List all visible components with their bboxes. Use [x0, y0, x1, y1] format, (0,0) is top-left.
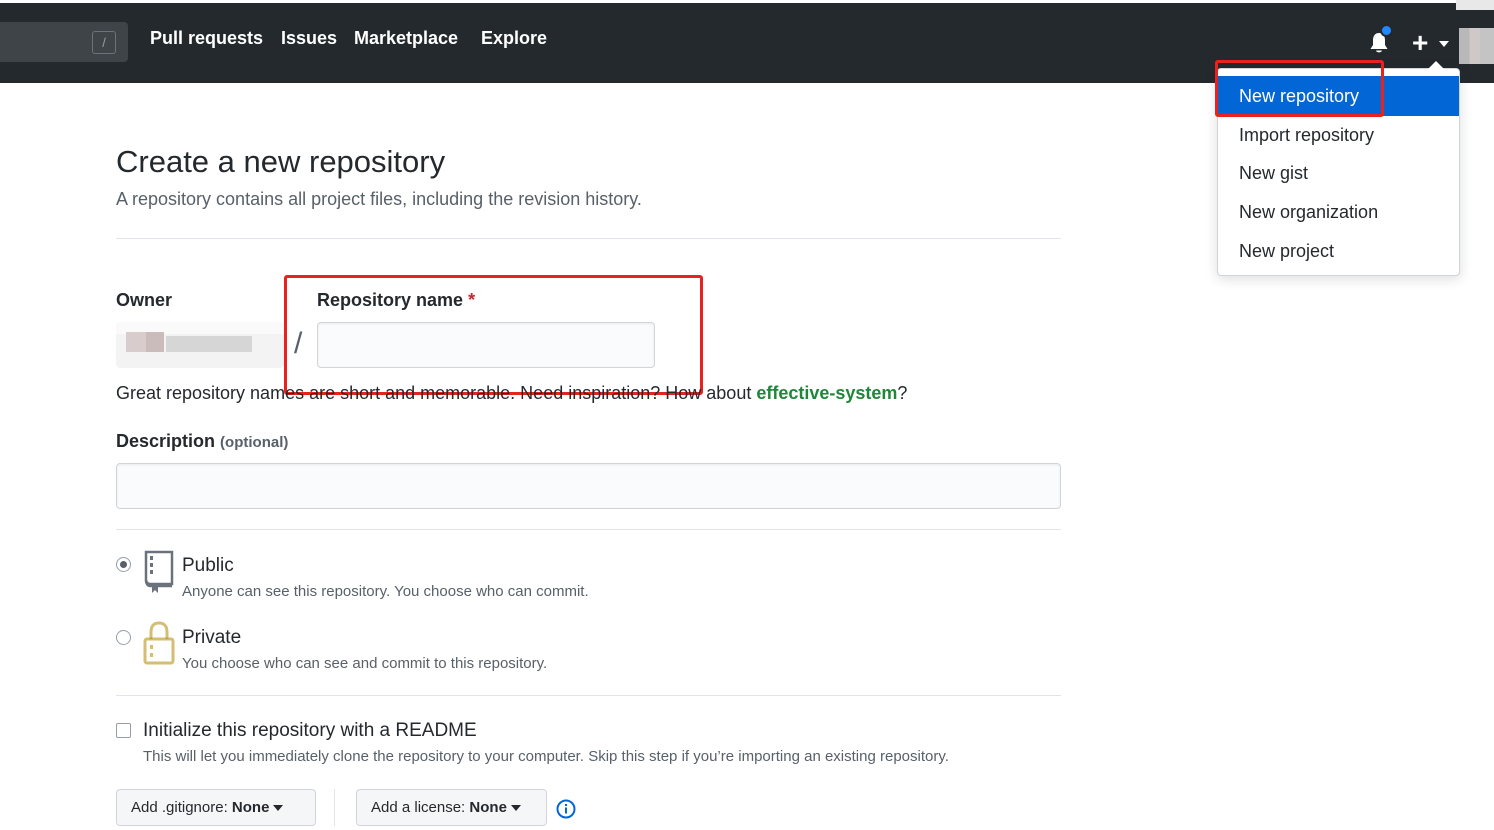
- nav-marketplace[interactable]: Marketplace: [354, 28, 458, 49]
- private-radio[interactable]: [116, 630, 131, 645]
- optional-note: (optional): [220, 434, 289, 451]
- gitignore-select[interactable]: Add .gitignore: None: [116, 789, 316, 826]
- public-radio[interactable]: [116, 557, 131, 572]
- chevron-down-icon: [510, 805, 521, 812]
- repo-name-input[interactable]: [317, 322, 655, 368]
- page-subtitle: A repository contains all project files,…: [116, 189, 642, 209]
- help-text-prefix: Great repository names are short and mem…: [116, 383, 757, 403]
- init-readme-description: This will let you immediately clone the …: [143, 748, 949, 765]
- license-prefix: Add a license:: [371, 799, 466, 816]
- owner-select[interactable]: [116, 322, 284, 368]
- private-title: Private: [182, 627, 242, 648]
- divider: [116, 695, 1061, 696]
- avatar-blur: [1456, 0, 1494, 10]
- description-input[interactable]: [116, 463, 1061, 509]
- page-title: Create a new repository: [116, 144, 446, 179]
- license-value: None: [469, 799, 507, 816]
- license-select[interactable]: Add a license: None: [356, 789, 547, 826]
- suggested-name-link[interactable]: effective-system: [756, 383, 897, 403]
- divider: [116, 529, 1061, 530]
- menu-item-import-repository[interactable]: Import repository: [1218, 115, 1459, 155]
- avatar[interactable]: [1459, 28, 1494, 64]
- menu-item-new-gist[interactable]: New gist: [1218, 153, 1459, 193]
- gitignore-value: None: [231, 799, 270, 816]
- required-mark: *: [468, 290, 476, 310]
- init-readme-title: Initialize this repository with a README: [143, 720, 477, 741]
- private-description: You choose who can see and commit to thi…: [182, 655, 548, 672]
- owner-label: Owner: [116, 290, 173, 310]
- public-description: Anyone can see this repository. You choo…: [182, 583, 589, 600]
- gitignore-prefix: Add .gitignore:: [131, 799, 228, 816]
- search-input[interactable]: /: [0, 22, 128, 62]
- plus-icon[interactable]: +: [1412, 26, 1428, 60]
- menu-item-new-repository[interactable]: New repository: [1218, 76, 1459, 116]
- repo-name-label-text: Repository name: [317, 290, 464, 310]
- description-label-text: Description: [116, 431, 216, 451]
- lock-icon: [143, 621, 175, 665]
- repo-book-icon: [144, 550, 174, 593]
- info-icon[interactable]: [556, 799, 576, 819]
- public-title: Public: [182, 555, 234, 576]
- chevron-down-icon[interactable]: [1439, 41, 1449, 47]
- nav-pull-requests[interactable]: Pull requests: [150, 28, 263, 49]
- nav-explore[interactable]: Explore: [481, 28, 547, 49]
- init-readme-checkbox[interactable]: [116, 723, 131, 738]
- chevron-down-icon: [273, 805, 284, 812]
- repo-name-label: Repository name *: [317, 290, 475, 311]
- menu-item-new-organization[interactable]: New organization: [1218, 192, 1459, 232]
- menu-item-new-project[interactable]: New project: [1218, 231, 1459, 271]
- create-new-menu: New repository Import repository New gis…: [1217, 68, 1460, 276]
- button-separator: [334, 789, 335, 826]
- nav-issues[interactable]: Issues: [281, 28, 337, 49]
- divider: [116, 238, 1061, 239]
- owner-repo-separator: /: [294, 327, 303, 360]
- help-text-suffix: ?: [897, 383, 908, 403]
- menu-pointer: [1428, 61, 1444, 69]
- repo-name-help: Great repository names are short and mem…: [116, 383, 907, 404]
- notification-indicator: [1380, 24, 1393, 37]
- search-slash-icon: /: [92, 31, 116, 54]
- description-label: Description (optional): [116, 431, 288, 452]
